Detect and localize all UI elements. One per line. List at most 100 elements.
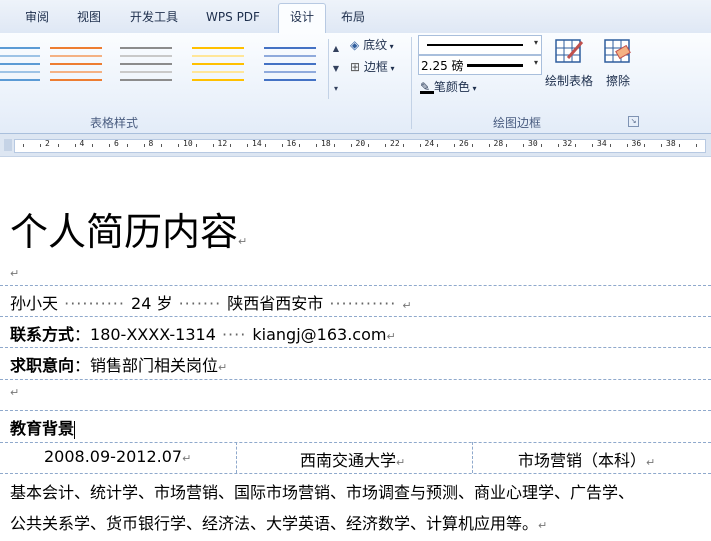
ruler-tick [523,144,525,147]
table-style-thumb-2[interactable] [48,43,104,83]
ruler-tick [212,144,214,147]
eraser-icon[interactable] [603,38,633,66]
line-weight-dropdown[interactable]: 2.25 磅 ▾ [418,55,542,75]
ruler-number: 24 [424,139,435,148]
ruler-tick [299,144,300,147]
ruler-tick [678,144,680,147]
ruler-tick [178,144,180,147]
ruler-tick [626,144,628,147]
ruler-tick [454,144,456,147]
eraser-label[interactable]: 擦除 [606,72,630,89]
ruler-number: 36 [631,139,642,148]
tab-review[interactable]: 审阅 [14,6,60,28]
ruler-number: 20 [355,139,366,148]
ruler-tick [402,144,404,147]
ruler-number: 8 [148,139,154,148]
table-border [0,379,711,380]
table-border [0,285,711,286]
ruler-number: 22 [390,139,400,148]
edu-school-cell: 西南交通大学↵ [300,451,406,470]
ruler-number: 4 [79,139,85,148]
shading-button[interactable]: ◈ 底纹 ▾ [350,36,394,53]
ruler-tick [471,144,473,147]
document-page[interactable]: 个人简历内容↵ ↵ 孙小天 ·········· 24 岁 ······· 陕西… [0,157,711,541]
ruler-number: 2 [45,139,50,148]
tab-wps-pdf[interactable]: WPS PDF [196,6,270,28]
more-icon[interactable]: ▾ [329,79,343,99]
ruler-number: 38 [666,139,676,148]
table-border [472,442,473,473]
contact-row: 联系方式：180-XXXX-1314 ···· kiangj@163.com↵ [10,325,396,344]
ruler-number: 14 [252,139,262,148]
tab-developer[interactable]: 开发工具 [120,6,188,28]
dialog-launcher-icon[interactable]: ↘ [628,116,639,127]
courses-line-2: 公共关系学、货币银行学、经济法、大学英语、经济数学、计算机应用等。↵ [10,514,548,533]
tab-design[interactable]: 设计 [278,3,326,33]
ruler-number: 16 [286,139,297,148]
ruler-indent-marker-icon[interactable] [4,139,12,151]
group-separator [411,37,412,129]
ruler-tick [143,144,145,147]
ruler-number: 30 [528,139,538,148]
gallery-scroll[interactable]: ▲ ▼ ▾ [328,39,343,99]
line-style-dropdown[interactable]: ▾ [418,35,542,55]
ruler-tick [92,144,93,147]
text-cursor [74,420,76,439]
table-border [0,442,711,443]
ruler-number: 12 [217,139,228,148]
ruler-tick [437,144,438,147]
ruler-tick [230,144,231,147]
ruler-number: 32 [562,139,573,148]
ruler-tick [609,144,611,147]
ribbon-tab-bar: 审阅 视图 开发工具 WPS PDF 设计 布局 [0,0,711,34]
ruler-number: 28 [493,139,504,148]
ruler-tick [419,144,421,147]
chevron-down-icon[interactable]: ▼ [329,59,343,79]
table-border [0,316,711,317]
edu-major-cell: 市场营销（本科）↵ [518,451,656,470]
education-heading: 教育背景 [10,419,76,439]
table-style-thumb-4[interactable] [190,43,246,83]
ruler-tick [575,144,576,147]
ruler-tick [385,144,387,147]
draw-table-icon[interactable] [554,38,584,66]
ruler-tick [316,144,318,147]
ruler-tick [281,144,283,147]
resume-title: 个人简历内容↵ [10,210,248,254]
personal-info-row: 孙小天 ·········· 24 岁 ······· 陕西省西安市 ·····… [10,294,412,313]
table-style-thumb-1[interactable] [0,43,42,83]
ruler-number: 6 [114,139,119,148]
ruler-tick [644,144,645,147]
ruler-bar: 2 4 6 8 10 12 14 16 18 20 22 24 26 28 30 32 34 36 38 [14,139,706,153]
borders-button[interactable]: ⊞ 边框 ▾ [350,58,394,75]
ruler-number: 10 [183,139,193,148]
table-border [0,410,711,411]
table-style-thumb-5[interactable] [262,43,318,83]
ruler-tick [161,144,162,147]
ruler-tick [488,144,490,147]
ruler-tick [247,144,249,147]
ruler-tick [109,144,111,147]
draw-table-label[interactable]: 绘制表格 [545,72,593,89]
empty-row: ↵ [10,386,20,399]
ruler-tick [40,144,42,147]
table-style-thumb-3[interactable] [118,43,174,83]
ruler-tick [264,144,266,147]
ruler-number: 26 [459,139,469,148]
paint-bucket-icon: ◈ [350,38,360,52]
pen-color-swatch [420,91,434,94]
empty-paragraph: ↵ [10,267,20,280]
ruler-tick [368,144,369,147]
ruler-tick [695,144,697,147]
ruler-tick [592,144,594,147]
chevron-up-icon[interactable]: ▲ [329,39,343,59]
job-intent-row: 求职意向：销售部门相关岗位↵ [10,356,228,375]
ruler-tick [506,144,507,147]
tab-layout[interactable]: 布局 [330,6,376,28]
border-grid-icon: ⊞ [350,60,361,74]
tab-view[interactable]: 视图 [66,6,112,28]
table-border [0,347,711,348]
horizontal-ruler[interactable]: 2 4 6 8 10 12 14 16 18 20 22 24 26 28 30 32 34 36 38 [0,134,711,157]
edu-period-cell: 2008.09-2012.07↵ [44,447,192,466]
ruler-tick [195,144,197,147]
